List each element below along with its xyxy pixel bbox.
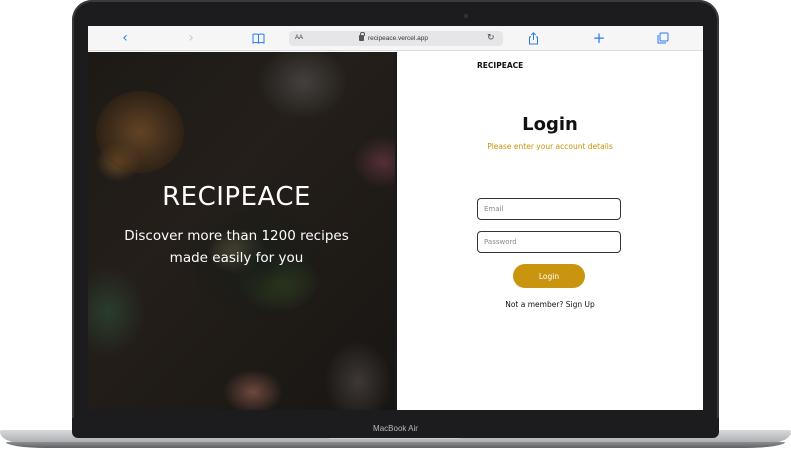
laptop-base-bottom xyxy=(6,442,785,448)
password-field[interactable] xyxy=(477,231,621,253)
hero-image: RECIPEACE Discover more than 1200 recipe… xyxy=(88,52,395,410)
device-label: MacBook Air xyxy=(72,418,719,438)
share-icon[interactable] xyxy=(524,30,542,46)
address-bar[interactable]: AA recipeace.vercel.app ↻ xyxy=(289,31,503,46)
camera-dot xyxy=(464,14,468,18)
laptop-mockup: ‹ › AA recipeace.vercel.app ↻ + RECIPEAC… xyxy=(0,0,791,454)
hero-subtitle: Discover more than 1200 recipes made eas… xyxy=(124,228,349,266)
lock-icon xyxy=(359,32,365,41)
url-text[interactable]: recipeace.vercel.app xyxy=(368,31,428,46)
page-title: Login xyxy=(522,114,578,135)
plus-icon[interactable]: + xyxy=(590,30,608,46)
chevron-right-icon[interactable]: › xyxy=(182,30,200,46)
signup-prefix: Not a member? xyxy=(505,300,566,309)
brand-logo[interactable]: RECIPEACE xyxy=(477,61,523,70)
browser-toolbar: ‹ › AA recipeace.vercel.app ↻ + xyxy=(88,26,703,51)
login-panel: RECIPEACE Login Please enter your accoun… xyxy=(397,52,703,410)
page-subtitle: Please enter your account details xyxy=(487,142,613,151)
chevron-left-icon[interactable]: ‹ xyxy=(116,30,134,46)
signup-prompt: Not a member? Sign Up xyxy=(397,300,703,309)
reload-icon[interactable]: ↻ xyxy=(487,31,495,46)
web-page: RECIPEACE Discover more than 1200 recipe… xyxy=(88,52,703,410)
browser-screen: ‹ › AA recipeace.vercel.app ↻ + RECIPEAC… xyxy=(88,26,703,410)
login-button[interactable]: Login xyxy=(513,264,585,288)
signup-link[interactable]: Sign Up xyxy=(566,300,595,309)
hero-title: RECIPEACE xyxy=(162,182,311,212)
email-field[interactable] xyxy=(477,198,621,220)
tabs-icon[interactable] xyxy=(654,30,672,46)
text-size-button[interactable]: AA xyxy=(295,31,303,46)
laptop-base: MacBook Air xyxy=(0,418,791,454)
book-icon[interactable] xyxy=(249,30,267,46)
